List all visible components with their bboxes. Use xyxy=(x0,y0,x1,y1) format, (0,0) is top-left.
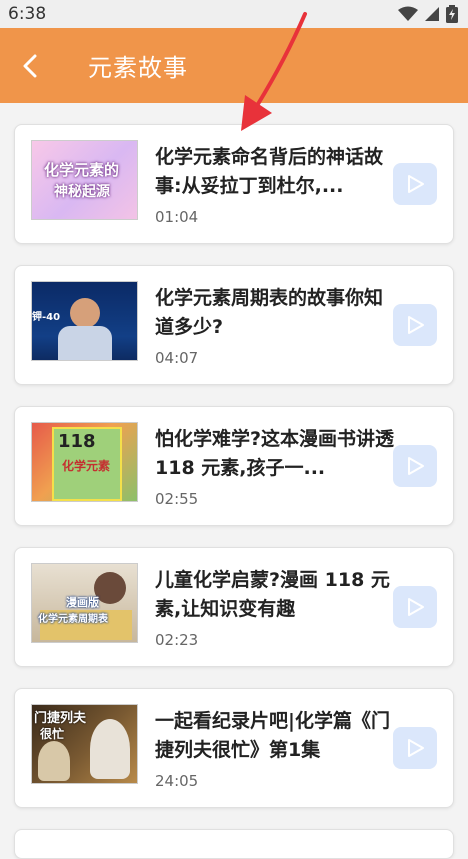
video-card[interactable]: 漫画版 化学元素周期表 儿童化学启蒙?漫画 118 元素,让知识变有趣 02:2… xyxy=(14,547,454,667)
video-thumbnail: 118 化学元素 xyxy=(31,422,138,502)
battery-icon xyxy=(446,5,458,23)
play-button[interactable] xyxy=(393,304,437,346)
thumbnail-caption: 118 xyxy=(58,431,96,452)
wifi-icon xyxy=(398,6,418,21)
status-time: 6:38 xyxy=(8,4,47,24)
video-duration: 02:55 xyxy=(155,490,199,508)
play-button[interactable] xyxy=(393,586,437,628)
video-duration: 24:05 xyxy=(155,772,199,790)
video-thumbnail: 门捷列夫 很忙 xyxy=(31,704,138,784)
thumbnail-caption: 钾-40 xyxy=(32,312,61,323)
thumbnail-caption: 门捷列夫 xyxy=(34,711,87,726)
video-title: 一起看纪录片吧|化学篇《门捷列夫很忙》第1集 xyxy=(155,710,390,761)
video-duration: 04:07 xyxy=(155,349,199,367)
play-button[interactable] xyxy=(393,445,437,487)
status-bar: 6:38 xyxy=(0,0,468,28)
page-title: 元素故事 xyxy=(88,54,188,82)
presenter-body xyxy=(58,326,112,360)
video-duration: 02:23 xyxy=(155,631,199,649)
video-card[interactable]: 钾-40 化学元素周期表的故事你知道多少? 04:07 xyxy=(14,265,454,385)
thumbnail-caption: 漫画版 xyxy=(66,596,99,609)
video-card[interactable]: 118 化学元素 怕化学难学?这本漫画书讲透 118 元素,孩子一... 02:… xyxy=(14,406,454,526)
play-button[interactable] xyxy=(393,163,437,205)
status-icons xyxy=(398,5,458,23)
back-button[interactable] xyxy=(0,28,60,103)
thumbnail-caption: 神秘起源 xyxy=(54,184,110,200)
video-title: 儿童化学启蒙?漫画 118 元素,让知识变有趣 xyxy=(155,569,390,620)
chevron-left-icon xyxy=(23,54,37,77)
video-card[interactable]: 门捷列夫 很忙 一起看纪录片吧|化学篇《门捷列夫很忙》第1集 24:05 xyxy=(14,688,454,808)
portrait-figure xyxy=(90,719,130,779)
thumbnail-caption: 很忙 xyxy=(40,727,65,741)
thumbnail-caption: 化学元素 xyxy=(62,459,111,473)
play-icon xyxy=(408,739,424,757)
play-icon xyxy=(408,457,424,475)
video-duration: 01:04 xyxy=(155,208,199,226)
play-button[interactable] xyxy=(393,727,437,769)
portrait-figure xyxy=(38,741,70,781)
play-icon xyxy=(408,316,424,334)
video-thumbnail: 化学元素的 神秘起源 xyxy=(31,140,138,220)
video-title: 化学元素周期表的故事你知道多少? xyxy=(155,287,384,338)
video-title: 怕化学难学?这本漫画书讲透 118 元素,孩子一... xyxy=(155,428,395,479)
video-thumbnail: 钾-40 xyxy=(31,281,138,361)
thumbnail-caption: 化学元素周期表 xyxy=(38,614,108,625)
signal-icon xyxy=(425,7,439,21)
app-bar: 元素故事 xyxy=(0,28,468,103)
video-title: 化学元素命名背后的神话故事:从妥拉丁到杜尔,... xyxy=(155,146,384,197)
play-icon xyxy=(408,175,424,193)
thumbnail-caption: 化学元素的 xyxy=(44,161,120,179)
play-icon xyxy=(408,598,424,616)
video-thumbnail: 漫画版 化学元素周期表 xyxy=(31,563,138,643)
video-card[interactable]: 化学元素的 神秘起源 化学元素命名背后的神话故事:从妥拉丁到杜尔,... 01:… xyxy=(14,124,454,244)
video-card[interactable] xyxy=(14,829,454,859)
presenter-figure xyxy=(70,298,100,328)
